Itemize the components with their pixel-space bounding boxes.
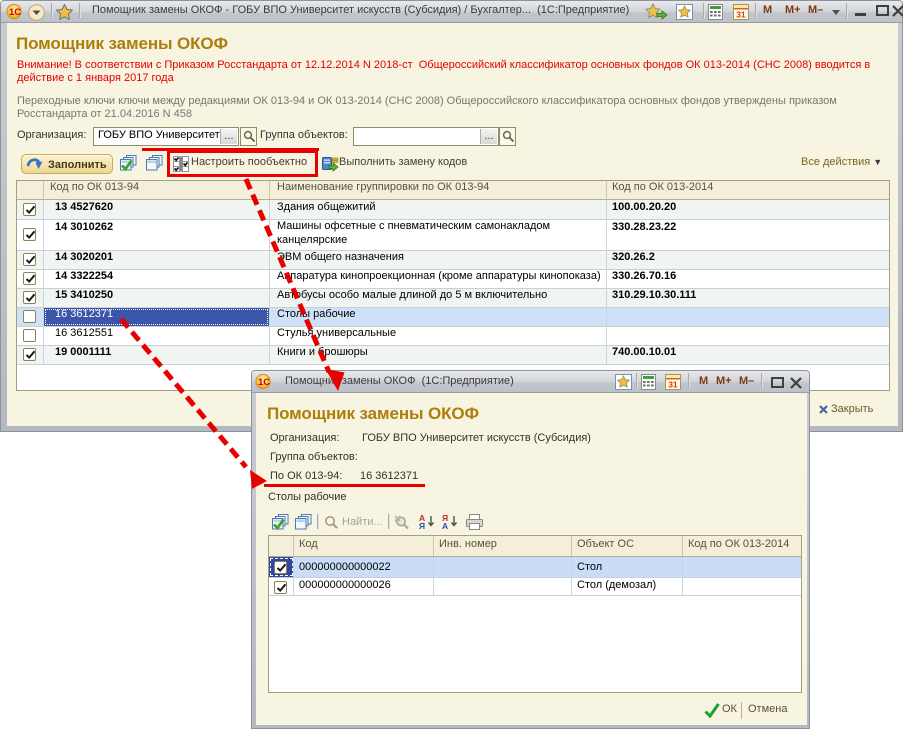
svg-text:А: А [442,521,448,530]
svg-text:1С: 1С [258,377,270,388]
svg-text:31: 31 [668,380,678,390]
svg-text:Я: Я [419,521,425,530]
svg-text:31: 31 [736,10,746,20]
svg-text:1С: 1С [9,7,21,18]
